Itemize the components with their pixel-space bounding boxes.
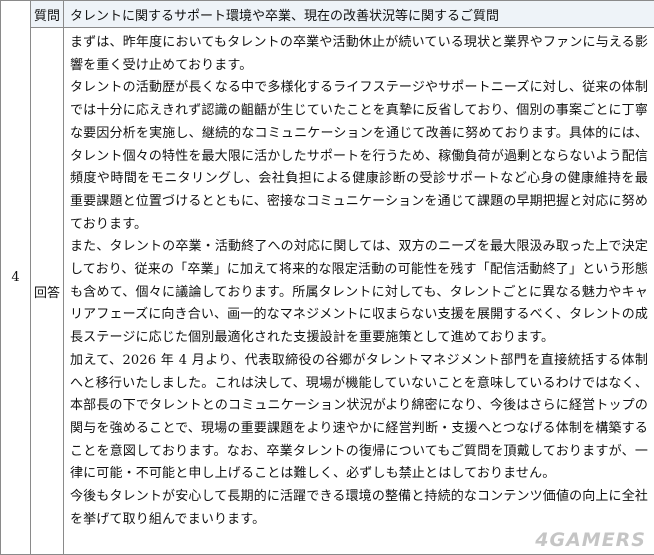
watermark-logo: 4GAMERS bbox=[535, 529, 646, 551]
qa-table: 4 質問 タレントに関するサポート環境や卒業、現在の改善状況等に関するご質問 回… bbox=[0, 0, 654, 555]
answer-paragraph: 加えて、2026 年 4 月より、代表取締役の谷郷がタレントマネジメント部門を直… bbox=[70, 352, 648, 482]
answer-paragraph: タレントの活動歴が長くなる中で多様化するライフステージやサポートニーズに対し、従… bbox=[70, 80, 648, 232]
answer-row: 回答 まずは、昨年度においてもタレントの卒業や活動休止が続いている現状と業界やフ… bbox=[1, 27, 654, 555]
question-row: 4 質問 タレントに関するサポート環境や卒業、現在の改善状況等に関するご質問 bbox=[0, 0, 654, 555]
answer-paragraph: 今後もタレントが安心して長期的に活躍できる環境の整備と持続的なコンテンツ価値の向… bbox=[70, 489, 648, 527]
question-label: 質問 bbox=[30, 0, 64, 28]
answer-paragraph: まずは、昨年度においてもタレントの卒業や活動休止が続いている現状と業界やファンに… bbox=[70, 35, 648, 73]
answer-paragraph: また、タレントの卒業・活動終了への対応に関しては、双方のニーズを最大限汲み取った… bbox=[70, 239, 648, 346]
answer-body: まずは、昨年度においてもタレントの卒業や活動休止が続いている現状と業界やファンに… bbox=[63, 27, 654, 555]
row-number: 4 bbox=[0, 0, 31, 555]
question-text: タレントに関するサポート環境や卒業、現在の改善状況等に関するご質問 bbox=[63, 0, 654, 28]
answer-label: 回答 bbox=[30, 27, 64, 555]
